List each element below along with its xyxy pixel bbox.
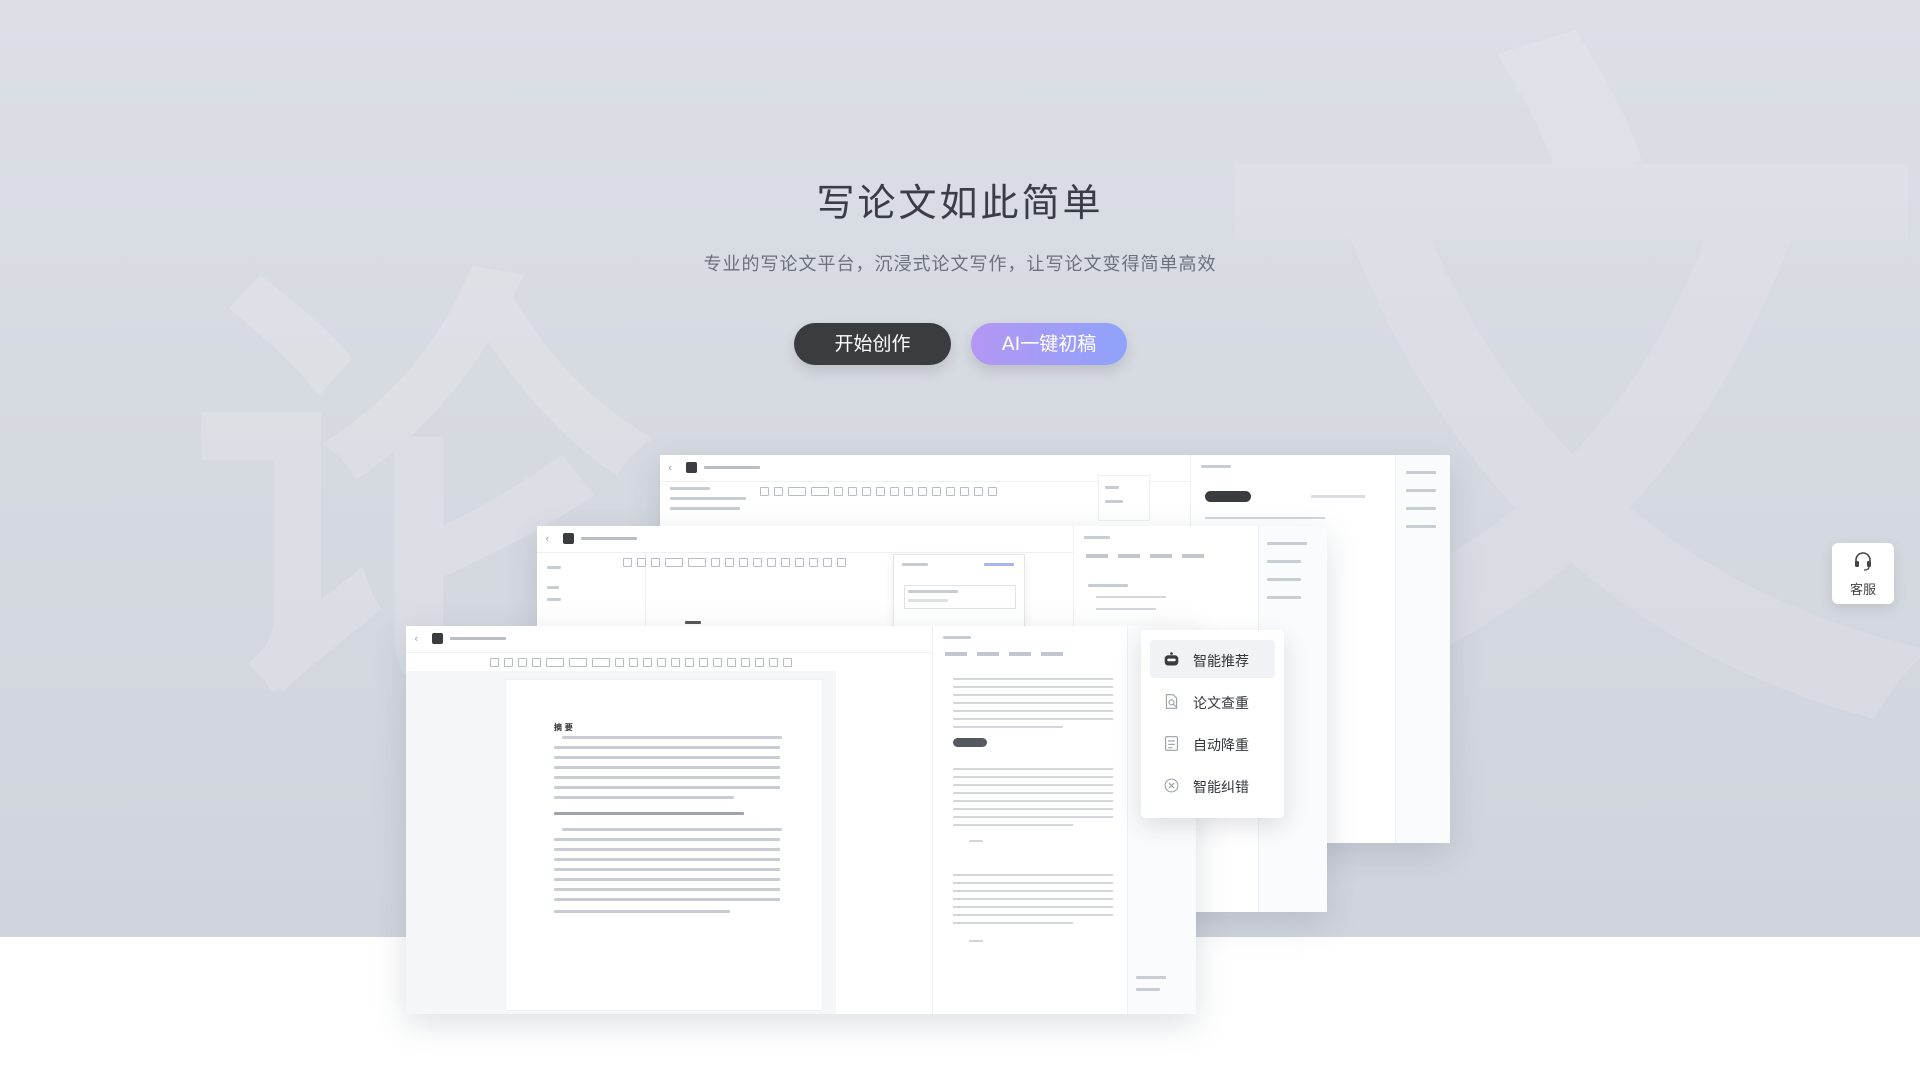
app-logo <box>686 462 697 473</box>
back-icon: ‹ <box>545 532 550 545</box>
export-dropdown <box>1098 475 1150 521</box>
menu-item-label: 自动降重 <box>1193 738 1249 754</box>
document-search-icon <box>1165 694 1178 709</box>
document-heading: 摘 要 <box>554 723 573 732</box>
menu-item-plagiarism-check[interactable]: 论文查重 <box>1150 682 1275 720</box>
menu-item-smart-correction[interactable]: 智能纠错 <box>1150 766 1275 804</box>
robot-icon <box>1164 652 1179 666</box>
recommendation-panel <box>932 626 1129 1014</box>
document-page: 摘 要 <box>506 680 822 1010</box>
hero-subtitle: 专业的写论文平台，沉浸式论文写作，让写论文变得简单高效 <box>703 254 1217 275</box>
start-creating-button[interactable]: 开始创作 <box>794 323 951 365</box>
app-logo <box>432 633 443 644</box>
menu-item-auto-rewrite[interactable]: 自动降重 <box>1150 724 1275 762</box>
preview-window-front: ‹ 摘 要 <box>406 626 1196 1014</box>
headset-icon <box>1855 552 1871 571</box>
ai-first-draft-button[interactable]: AI一键初稿 <box>971 323 1127 365</box>
tools-popup: 智能推荐 论文查重 自动降重 智能纠错 <box>1141 630 1284 818</box>
back-icon: ‹ <box>668 461 673 474</box>
app-logo <box>563 533 574 544</box>
hero-title: 写论文如此简单 <box>816 181 1104 225</box>
customer-service-label: 客服 <box>1849 583 1876 598</box>
menu-item-label: 论文查重 <box>1193 696 1249 712</box>
customer-service-button[interactable]: 客服 <box>1832 543 1894 604</box>
back-icon: ‹ <box>414 632 419 645</box>
menu-item-smart-recommend[interactable]: 智能推荐 <box>1150 640 1275 678</box>
menu-item-label: 智能推荐 <box>1193 654 1249 670</box>
document-list-icon <box>1164 736 1179 751</box>
menu-item-label: 智能纠错 <box>1193 780 1249 796</box>
error-circle-icon <box>1164 778 1179 793</box>
